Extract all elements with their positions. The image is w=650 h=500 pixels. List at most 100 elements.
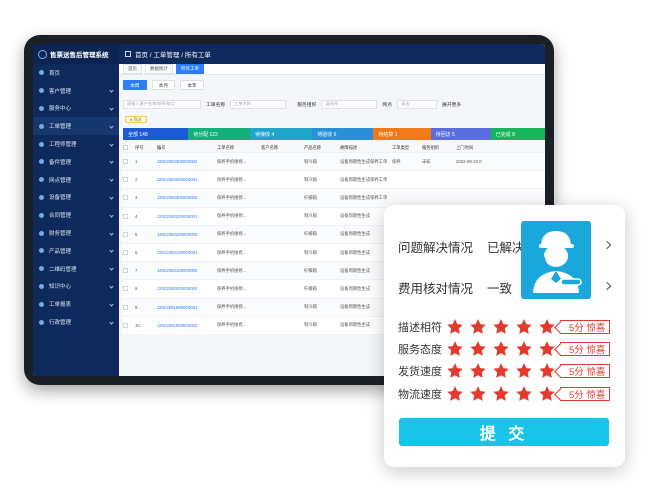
order-code-link[interactable]: J2022082200000001 (157, 214, 217, 219)
tab-home[interactable]: 首页 (123, 64, 142, 74)
star-icon[interactable] (469, 340, 487, 358)
table-cell: 保养手机维修... (217, 285, 247, 291)
menu-grid-icon[interactable] (125, 51, 131, 57)
star-icon[interactable] (469, 318, 487, 336)
header-cell[interactable]: 序号 (135, 145, 157, 151)
sidebar-item-label: 财务管理 (49, 231, 72, 238)
star-icon[interactable] (446, 385, 464, 403)
order-code-link[interactable]: J2022081900000001 (157, 305, 217, 310)
sidebar-item[interactable]: 网点管理 (33, 171, 119, 189)
header-cell[interactable]: 故障描述 (340, 145, 392, 151)
site-select[interactable]: 请选 (397, 99, 438, 109)
sidebar-item[interactable]: 知识中心 (33, 278, 119, 296)
star-icon[interactable] (492, 318, 510, 336)
order-code-link[interactable]: J2022082300000002 (157, 195, 217, 200)
star-icon[interactable] (492, 340, 510, 358)
sidebar-item[interactable]: 合同管理 (33, 206, 119, 224)
filter-week-button[interactable]: 本周 (123, 80, 147, 90)
header-cell[interactable]: 工单名称 (217, 145, 261, 151)
order-code-link[interactable]: J2022082100000002 (157, 268, 217, 273)
tab-all-orders[interactable]: 所有工单 (176, 64, 204, 74)
sidebar-item[interactable]: 客户管理 (33, 82, 119, 100)
row-checkbox[interactable] (123, 286, 128, 292)
service-org-select[interactable]: 请选择 (321, 99, 378, 109)
table-row[interactable]: 2 J2022082300000001 保养手机维修... 制冷箱 设备周期性生成保养工… (123, 171, 545, 190)
sidebar-item-label: 备件管理 (49, 159, 72, 166)
header-cell[interactable]: 客户名称 (261, 145, 304, 151)
sidebar-item[interactable]: 服务中心 (33, 100, 119, 118)
row-checkbox[interactable] (123, 304, 128, 310)
star-icon[interactable] (469, 362, 487, 380)
status-stat-tab[interactable]: 待接收 4 (250, 128, 313, 140)
order-code-link[interactable]: J2022082300000002 (157, 159, 217, 164)
star-icon[interactable] (469, 385, 487, 403)
header-cell[interactable]: 编号 (157, 145, 217, 151)
row-checkbox[interactable] (123, 268, 128, 274)
order-code-link[interactable]: J2022081900000002 (157, 323, 217, 328)
menu-item-icon (39, 283, 44, 289)
problem-chevron-icon[interactable] (602, 240, 612, 250)
status-stat-tab[interactable]: 全部 148 (123, 128, 189, 140)
header-cell[interactable]: 服务组织 (422, 145, 456, 151)
fee-check-row[interactable]: 费用核对情况 一致 (398, 278, 512, 297)
header-cell[interactable]: 上门时间 (456, 145, 496, 151)
header-cell[interactable]: 产品名称 (304, 145, 340, 151)
problem-status-row[interactable]: 问题解决情况 已解决 (398, 237, 525, 256)
customer-search-input[interactable]: 请输入客户名称/联系电话 (123, 99, 201, 109)
status-stat-tab[interactable]: 已完成 8 (490, 128, 545, 140)
fee-chevron-icon[interactable] (602, 281, 612, 291)
filter-month-button[interactable]: 本月 (151, 80, 176, 90)
sidebar-item[interactable]: 工程师管理 (33, 135, 119, 153)
star-icon[interactable] (515, 385, 533, 403)
star-icon[interactable] (446, 318, 464, 336)
order-name-input[interactable]: 工单名称 (230, 99, 287, 109)
sidebar-item[interactable]: 备件管理 (33, 153, 119, 171)
expand-more-link[interactable]: 展开更多 (442, 101, 461, 108)
top-bar: 售票送售后管理系统 首页 / 工单管理 / 所有工单 (33, 44, 545, 64)
sidebar-item[interactable]: 行政管理 (33, 313, 119, 331)
sidebar-item[interactable]: 二维码管理 (33, 260, 119, 278)
star-icon[interactable] (446, 340, 464, 358)
row-checkbox[interactable] (123, 159, 128, 165)
chevron-down-icon (109, 88, 114, 93)
status-stat-tab[interactable]: 待回访 5 (430, 128, 491, 140)
sidebar-item[interactable]: 首页 (33, 64, 119, 82)
row-checkbox[interactable] (123, 231, 128, 237)
row-checkbox[interactable] (123, 213, 128, 219)
header-cell[interactable]: 工单类型 (392, 145, 422, 151)
table-row[interactable]: 1 J2022082300000002 保养手机维修... 制冷箱 设备周期性生成保养工… (123, 153, 545, 172)
table-cell: 制冷箱 (304, 213, 317, 219)
status-stat-tab[interactable]: 待结算 1 (373, 128, 431, 140)
order-code-link[interactable]: J2022082300000001 (157, 177, 217, 182)
sidebar-item-label: 服务中心 (49, 106, 72, 113)
sidebar-item[interactable]: 设备管理 (33, 189, 119, 207)
submit-button[interactable]: 提 交 (399, 418, 609, 446)
row-checkbox[interactable] (123, 322, 128, 328)
row-checkbox[interactable] (123, 250, 128, 256)
tab-stats[interactable]: 数据统计 (145, 64, 173, 74)
star-icon[interactable] (446, 362, 464, 380)
order-code-link[interactable]: J2022082100000001 (157, 250, 217, 255)
status-stat-tab[interactable]: 待分配 123 (188, 128, 251, 140)
star-icon[interactable] (515, 362, 533, 380)
star-icon[interactable] (515, 318, 533, 336)
table-cell: 保养手机维修... (217, 267, 247, 273)
select-all-checkbox[interactable] (123, 145, 128, 150)
order-code-link[interactable]: J2022082000000002 (157, 286, 217, 291)
sidebar-item[interactable]: 工单报表 (33, 295, 119, 313)
star-icon[interactable] (492, 385, 510, 403)
status-stat-tab[interactable]: 待验收 6 (312, 128, 374, 140)
filter-year-button[interactable]: 本年 (180, 80, 204, 90)
star-icon[interactable] (492, 362, 510, 380)
row-select-cell (123, 286, 135, 292)
order-code-link[interactable]: J2022082200000002 (157, 232, 217, 237)
star-icon[interactable] (515, 340, 533, 358)
row-checkbox[interactable] (123, 177, 128, 183)
service-org-label: 服务组织 (297, 102, 317, 108)
filter-tag[interactable]: ● 筛选 (125, 116, 147, 123)
rating-row: 描述相符 5分 惊喜 (398, 318, 611, 336)
sidebar-item[interactable]: 财务管理 (33, 224, 119, 242)
row-checkbox[interactable] (123, 195, 128, 201)
sidebar-item[interactable]: 工单管理 (33, 117, 119, 136)
sidebar-item[interactable]: 产品管理 (33, 242, 119, 260)
